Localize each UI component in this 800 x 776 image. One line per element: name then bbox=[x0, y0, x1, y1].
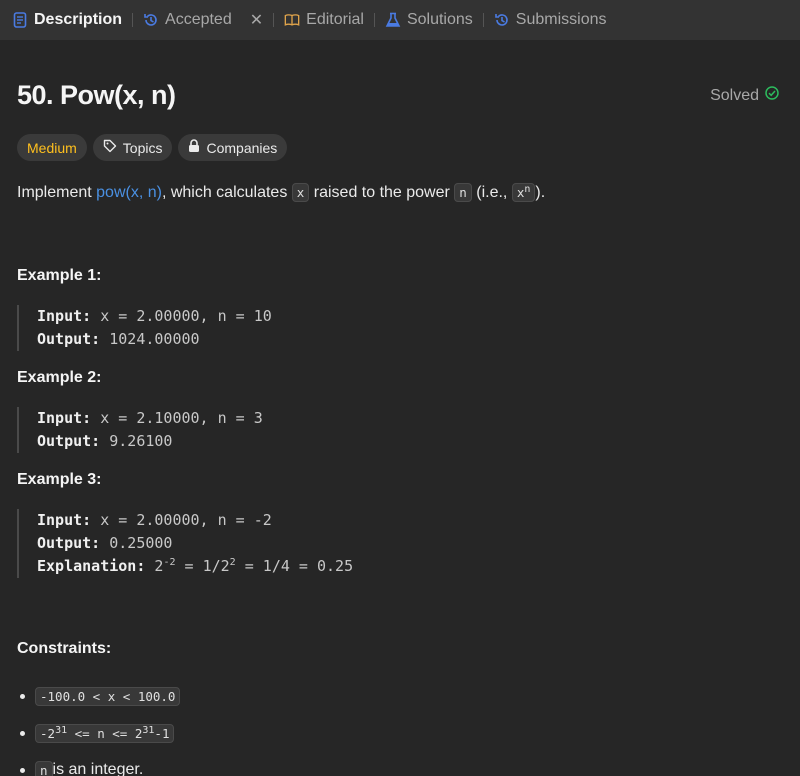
tab-solutions-label: Solutions bbox=[406, 11, 473, 28]
topics-button[interactable]: Topics bbox=[92, 134, 173, 161]
code-part: -2 bbox=[40, 725, 56, 741]
code-exponent: n bbox=[524, 183, 531, 195]
close-icon[interactable]: ✕ bbox=[250, 10, 263, 30]
output-label: Output: bbox=[37, 330, 101, 348]
example-3-block: Input: x = 2.00000, n = -2 Output: 0.250… bbox=[17, 509, 783, 578]
bullet bbox=[20, 730, 25, 736]
check-circle-icon bbox=[765, 86, 779, 105]
tab-submissions-label: Submissions bbox=[515, 11, 607, 28]
tag-icon bbox=[103, 139, 117, 156]
solved-status: Solved bbox=[710, 86, 779, 105]
output-value: 9.26100 bbox=[109, 432, 173, 450]
input-value: x = 2.00000, n = -2 bbox=[100, 511, 272, 529]
example-input-line: Input: x = 2.10000, n = 3 bbox=[37, 407, 783, 430]
tab-accepted-label: Accepted bbox=[165, 11, 232, 28]
problem-title[interactable]: 50. Pow(x, n) bbox=[17, 80, 176, 111]
statement-text: (i.e., bbox=[471, 184, 512, 201]
example-output-line: Output: 1024.00000 bbox=[37, 328, 783, 351]
constraint-text: is an integer. bbox=[52, 761, 144, 776]
list-item: -231 <= n <= 231-1 bbox=[17, 714, 783, 752]
history-icon bbox=[143, 12, 159, 28]
example-explanation-line: Explanation: 2-2 = 1/22 = 1/4 = 0.25 bbox=[37, 555, 783, 578]
input-value: x = 2.10000, n = 3 bbox=[100, 409, 263, 427]
example-2-title: Example 2: bbox=[17, 369, 102, 386]
tab-editorial[interactable]: Editorial bbox=[284, 0, 364, 40]
problem-statement: Implement pow(x, n), which calculates x … bbox=[17, 181, 783, 205]
example-1-block: Input: x = 2.00000, n = 10 Output: 1024.… bbox=[17, 305, 783, 351]
tab-submissions[interactable]: Submissions bbox=[494, 0, 607, 40]
tab-divider bbox=[273, 13, 275, 27]
output-label: Output: bbox=[37, 432, 101, 450]
tab-editorial-label: Editorial bbox=[306, 11, 364, 28]
example-1-title: Example 1: bbox=[17, 267, 102, 284]
solved-label: Solved bbox=[710, 86, 759, 104]
constraint-code: -100.0 < x < 100.0 bbox=[35, 686, 181, 706]
explanation-label: Explanation: bbox=[37, 557, 146, 575]
inline-code-x: x bbox=[291, 183, 310, 202]
example-3-title: Example 3: bbox=[17, 471, 102, 488]
tab-divider bbox=[482, 13, 484, 27]
tab-description-label: Description bbox=[34, 11, 123, 28]
bullet bbox=[20, 693, 25, 699]
statement-text: , which calculates bbox=[161, 184, 292, 201]
explanation-value: = 1/2 bbox=[175, 557, 230, 575]
statement-text: Implement bbox=[17, 184, 97, 201]
document-icon bbox=[12, 12, 28, 28]
example-output-line: Output: 9.26100 bbox=[37, 430, 783, 453]
constraints-title: Constraints: bbox=[17, 640, 112, 657]
pow-link[interactable]: pow(x, n) bbox=[96, 184, 162, 201]
input-value: x = 2.00000, n = 10 bbox=[100, 307, 272, 325]
output-value: 0.25000 bbox=[109, 534, 173, 552]
statement-text: raised to the power bbox=[309, 184, 455, 201]
tab-accepted[interactable]: Accepted ✕ bbox=[143, 0, 263, 40]
example-output-line: Output: 0.25000 bbox=[37, 532, 783, 555]
code-part: -1 bbox=[154, 725, 170, 741]
input-label: Input: bbox=[37, 409, 92, 427]
code-exponent: 31 bbox=[142, 724, 155, 736]
title-row: 50. Pow(x, n) Solved bbox=[17, 40, 783, 124]
tab-divider bbox=[373, 13, 375, 27]
statement-text: ). bbox=[535, 184, 546, 201]
output-value: 1024.00000 bbox=[109, 330, 200, 348]
tab-solutions[interactable]: Solutions bbox=[385, 0, 473, 40]
flask-icon bbox=[385, 12, 401, 28]
inline-code-n: n bbox=[454, 183, 472, 202]
explanation-exponent: -2 bbox=[163, 557, 176, 568]
input-label: Input: bbox=[37, 511, 92, 529]
code-exponent: 31 bbox=[55, 724, 68, 736]
list-item: -100.0 < x < 100.0 bbox=[17, 678, 783, 714]
example-input-line: Input: x = 2.00000, n = -2 bbox=[37, 509, 783, 532]
history-icon bbox=[494, 12, 510, 28]
code-part: <= n <= 2 bbox=[67, 725, 143, 741]
example-2-block: Input: x = 2.10000, n = 3 Output: 9.2610… bbox=[17, 407, 783, 453]
explanation-value: = 1/4 = 0.25 bbox=[235, 557, 354, 575]
constraint-code: n bbox=[35, 760, 53, 776]
inline-code-xn: xn bbox=[511, 183, 536, 202]
constraints-list: -100.0 < x < 100.0 -231 <= n <= 231-1 n … bbox=[17, 678, 783, 776]
constraint-code: -231 <= n <= 231-1 bbox=[35, 723, 175, 743]
lock-icon bbox=[188, 139, 200, 156]
companies-button[interactable]: Companies bbox=[178, 134, 288, 161]
topics-label: Topics bbox=[122, 139, 163, 156]
output-label: Output: bbox=[37, 534, 101, 552]
companies-label: Companies bbox=[206, 139, 278, 156]
problem-description-panel: 50. Pow(x, n) Solved Medium Topics Compa… bbox=[0, 40, 800, 776]
example-input-line: Input: x = 2.00000, n = 10 bbox=[37, 305, 783, 328]
tab-description[interactable]: Description bbox=[12, 0, 122, 40]
input-label: Input: bbox=[37, 307, 92, 325]
list-item: n is an integer. bbox=[17, 752, 783, 776]
book-icon bbox=[284, 12, 300, 28]
tab-bar: Description Accepted ✕ Editorial Solutio… bbox=[0, 0, 800, 40]
difficulty-badge: Medium bbox=[17, 134, 87, 161]
tag-row: Medium Topics Companies bbox=[17, 134, 783, 161]
tab-divider bbox=[132, 13, 134, 27]
bullet bbox=[20, 767, 25, 773]
